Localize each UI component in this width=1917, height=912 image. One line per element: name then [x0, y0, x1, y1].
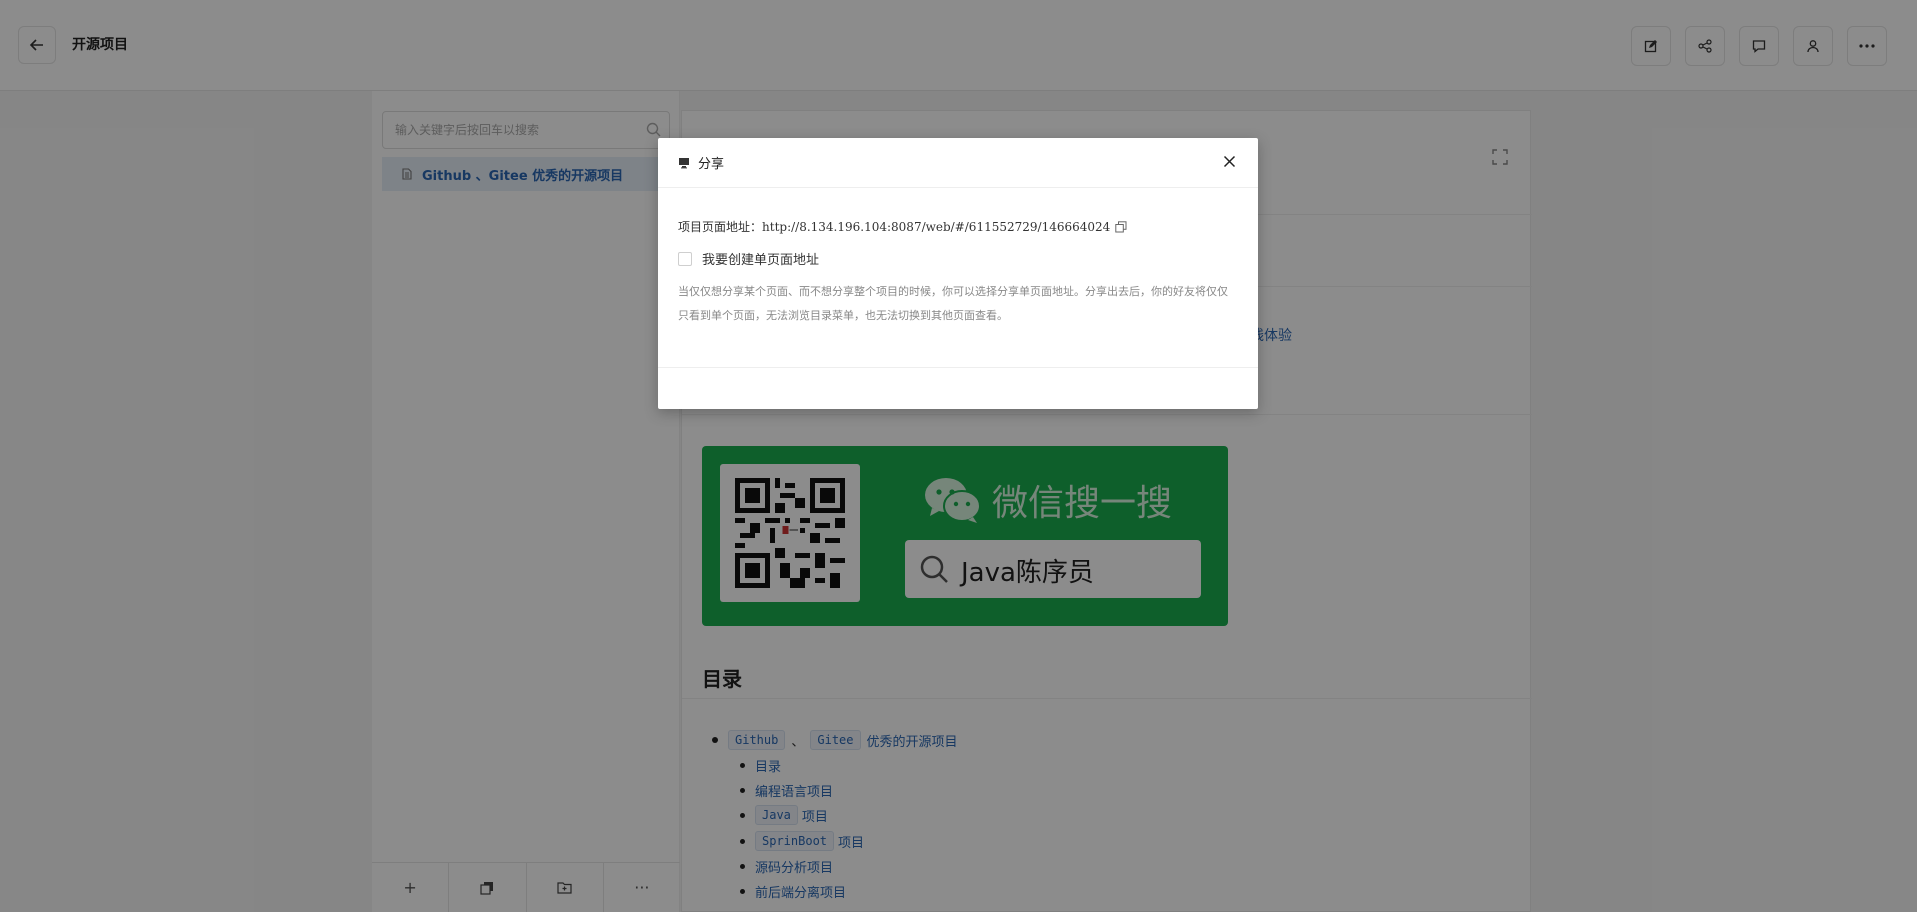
share-url[interactable]: http://8.134.196.104:8087/web/#/61155272…: [762, 220, 1110, 234]
share-url-row: 项目页面地址： http://8.134.196.104:8087/web/#/…: [678, 218, 1127, 235]
share-hint: 当仅仅想分享某个页面、而不想分享整个项目的时候，你可以选择分享单页面地址。分享出…: [678, 285, 1228, 322]
single-page-option[interactable]: 我要创建单页面地址: [678, 249, 819, 268]
dialog-header: 分享: [658, 138, 1258, 188]
single-page-checkbox[interactable]: [678, 251, 692, 266]
close-icon[interactable]: [1223, 155, 1236, 168]
share-dialog: 分享 项目页面地址： http://8.134.196.104:8087/web…: [658, 138, 1258, 409]
url-label: 项目页面地址：: [678, 220, 763, 234]
checkbox-label: 我要创建单页面地址: [702, 253, 820, 268]
modal-overlay[interactable]: [0, 0, 1917, 912]
monitor-icon: [679, 157, 689, 168]
dialog-title: 分享: [698, 157, 725, 172]
dialog-footer-divider: [658, 367, 1258, 368]
copy-icon[interactable]: [1115, 220, 1127, 233]
